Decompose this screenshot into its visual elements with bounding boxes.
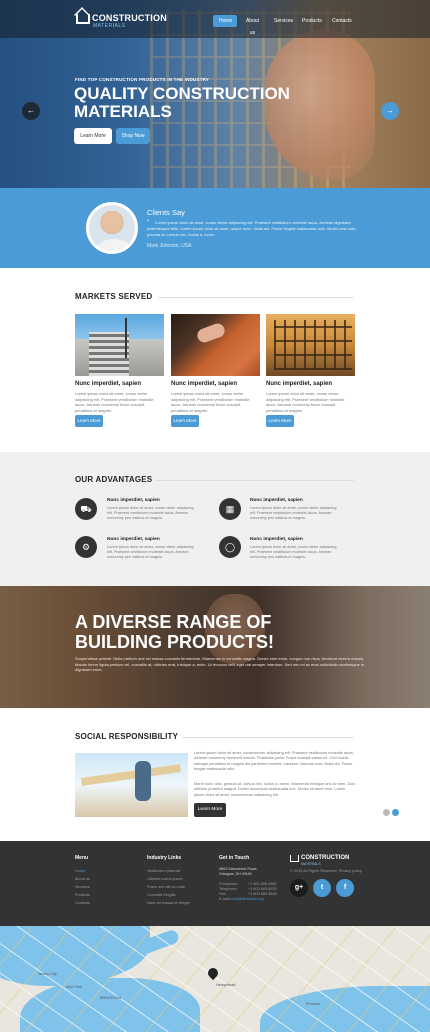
footer-industry-link[interactable]: Fusce sed elit ac nulla [147,885,185,889]
user-icon: ◯ [219,536,241,558]
facebook-icon[interactable]: f [336,879,354,897]
social-paragraph-2: Morbi nunc odio, gravida at, cursus nec,… [194,781,356,797]
twitter-icon[interactable]: t [313,879,331,897]
banner-text: Suspendisse potenti. Nulla pretium orci … [75,656,365,672]
carousel-dot[interactable] [383,809,390,816]
hero-learn-more-button[interactable]: Learn More [74,128,112,144]
footer-email-link[interactable]: mail@demolink.org [231,897,264,901]
footer-contact-title: Get in Touch [219,855,250,861]
footer-industry-link[interactable]: Ultricies luctus ipsum [147,877,183,881]
section-divider [182,737,354,738]
market-card-text: Lorem ipsum dolor sit amet, conse ctetur… [266,391,345,413]
map-label: Jersey City [38,972,57,976]
market-learn-more-button[interactable]: Learn More [75,415,103,427]
footer-menu-link[interactable]: Services [75,885,90,889]
footer-freephone-label: Freephone: [219,882,239,886]
advantage-text: Lorem ipsum dolor sit amet, conse ctetur… [107,506,194,520]
house-icon[interactable] [76,14,90,24]
nav-item-contacts[interactable]: Contacts [326,15,354,27]
testimonial-author: Mark Johnson, USA [147,243,192,249]
footer-telephone-label: Telephone: [219,887,238,891]
footer-menu-link[interactable]: Contacts [75,901,90,905]
advantage-text: Lorem ipsum dolor sit amet, conse ctetur… [250,545,337,559]
footer-industry-link[interactable]: Vestibulum placerat [147,869,180,873]
advantage-title: Nunc imperdiet, sapien [250,498,303,503]
arrow-right-icon[interactable]: → [381,102,399,120]
advantage-text: Lorem ipsum dolor sit amet, conse ctetur… [250,506,337,520]
footer-menu-link[interactable]: About us [75,877,90,881]
market-card-title[interactable]: Nunc imperdiet, sapien [171,381,237,387]
section-divider [156,480,354,481]
carousel-dot-active[interactable] [392,809,399,816]
social-learn-more-button[interactable]: Learn More [194,803,226,817]
footer-fax: +1 800 889 9898 [248,892,277,896]
footer-house-icon [290,855,299,862]
footer-menu-title: Menu [75,855,89,861]
market-learn-more-button[interactable]: Learn More [171,415,199,427]
nav-item-services[interactable]: Services [268,15,294,27]
market-card-title[interactable]: Nunc imperdiet, sapien [75,381,141,387]
footer-address: 9863 Mainstreet Road, Glasgow, DH 89UB. [219,867,258,876]
map-label: BROOKLYN [100,996,121,1000]
market-image-2[interactable] [171,314,260,376]
social-paragraph-1: Lorem ipsum dolor sit amet, consectetuer… [194,750,355,771]
footer-industry-link[interactable]: Convallis fringilla [147,893,176,897]
market-card-text: Lorem ipsum dolor sit amet, conse ctetur… [171,391,250,413]
market-image-1[interactable] [75,314,164,376]
arrow-left-icon[interactable]: ← [22,102,40,120]
truck-icon: ⛟ [75,498,97,520]
market-learn-more-button[interactable]: Learn More [266,415,294,427]
hero-shop-now-button[interactable]: Shop Now [116,128,150,144]
footer-telephone: +1 800 603 6035 [248,887,277,891]
social-image [75,753,188,817]
social-title: SOCIAL RESPONSIBILITY [75,732,179,741]
avatar [86,202,138,254]
map-label: Hempstead [216,983,236,987]
markets-title: MARKETS SERVED [75,292,153,301]
market-card-text: Lorem ipsum dolor sit amet, conse ctetur… [75,391,154,413]
map[interactable] [0,926,430,1032]
map-label: Freeport [306,1002,321,1006]
hero-title: QUALITY CONSTRUCTION MATERIALS [74,84,290,121]
gear-icon: ⚙ [75,536,97,558]
footer-menu-link[interactable]: Home [75,869,85,873]
testimonial-quote: Lorem ipsum dolor sit amet, conse ctetur… [147,220,357,237]
footer-logo-title[interactable]: CONSTRUCTION [301,855,349,861]
advantage-text: Lorem ipsum dolor sit amet, conse ctetur… [107,545,194,559]
advantage-title: Nunc imperdiet, sapien [250,537,303,542]
logo-title[interactable]: CONSTRUCTION [92,13,167,23]
footer-menu-link[interactable]: Products [75,893,90,897]
footer-freephone: +1 800 559 6580 [248,882,277,886]
advantage-title: Nunc imperdiet, sapien [107,498,160,503]
footer-logo-subtitle[interactable]: MATERIALS [301,862,321,866]
calendar-icon: ▦ [219,498,241,520]
footer-industry-title: Industry Links [147,855,182,861]
testimonial-title: Clients Say [147,208,185,217]
nav-item-about[interactable]: About us [239,15,266,36]
footer-fax-label: Fax: [219,892,227,896]
hero-kicker: FIND TOP CONSTRUCTION PRODUCTS IN THE IN… [75,77,210,82]
footer-copyright: © 2015 All Rights Reserved. Privacy poli… [290,869,362,873]
footer-email-label: E-mail: [219,897,231,901]
footer-industry-link[interactable]: Nam vel massa id integer [147,901,190,905]
google-plus-icon[interactable]: g+ [290,879,308,897]
nav-item-home[interactable]: Home [213,15,237,27]
market-image-3[interactable] [266,314,355,376]
section-divider [158,297,354,298]
advantages-title: OUR ADVANTAGES [75,475,153,484]
logo-subtitle[interactable]: MATERIALS [93,23,125,29]
nav-item-products[interactable]: Products [296,15,324,27]
market-card-title[interactable]: Nunc imperdiet, sapien [266,381,332,387]
map-label: New York [66,985,83,989]
banner-title: A DIVERSE RANGE OF BUILDING PRODUCTS! [75,612,274,652]
advantages-section [0,452,430,586]
advantage-title: Nunc imperdiet, sapien [107,537,160,542]
footer [0,841,430,926]
